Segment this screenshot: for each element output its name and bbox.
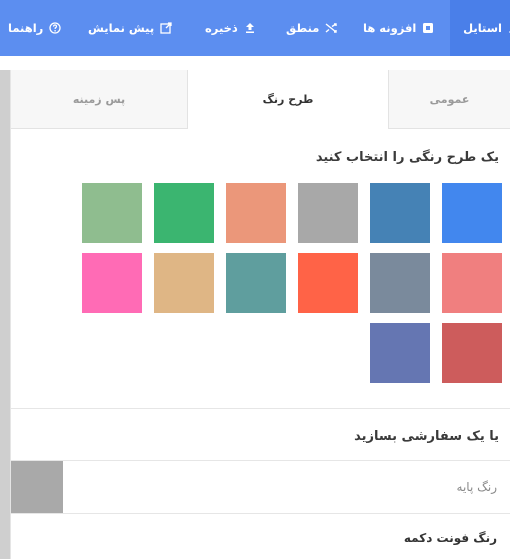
plugin-icon xyxy=(422,22,434,34)
color-swatch[interactable] xyxy=(298,183,358,243)
help-icon xyxy=(49,22,61,34)
custom-title: یا یک سفارشی بسازید xyxy=(354,429,499,444)
plugins-button[interactable]: افزونه ها xyxy=(363,0,434,56)
help-button-label: راهنما xyxy=(8,21,44,35)
logic-button[interactable]: منطق xyxy=(286,0,338,56)
tab-background-label: پس زمینه xyxy=(72,92,126,106)
logic-button-label: منطق xyxy=(286,21,320,35)
tab-background[interactable]: پس زمینه xyxy=(11,70,187,128)
divider xyxy=(11,408,510,409)
style-button[interactable]: استایل xyxy=(450,0,510,56)
divider xyxy=(11,513,510,514)
top-toolbar: استایل افزونه ها منطق ذخیره پیش نمایش را… xyxy=(0,0,510,56)
color-swatch[interactable] xyxy=(154,183,214,243)
color-swatch[interactable] xyxy=(154,253,214,313)
base-color-label: رنگ پایه xyxy=(456,480,497,494)
color-swatch[interactable] xyxy=(370,183,430,243)
tab-color-scheme[interactable]: طرح رنگ xyxy=(187,70,389,129)
plugins-button-label: افزونه ها xyxy=(363,21,417,35)
button-font-color-label: رنگ فونت دکمه xyxy=(403,531,497,545)
shuffle-icon xyxy=(325,22,338,34)
save-button-label: ذخیره xyxy=(205,21,238,35)
left-scrollbar[interactable] xyxy=(0,70,10,559)
color-swatch[interactable] xyxy=(82,253,142,313)
color-swatch[interactable] xyxy=(442,183,502,243)
external-link-icon xyxy=(160,22,172,34)
base-color-preview[interactable] xyxy=(11,461,63,513)
upload-icon xyxy=(244,22,256,34)
save-button[interactable]: ذخیره xyxy=(205,0,256,56)
color-swatch[interactable] xyxy=(442,253,502,313)
preview-button[interactable]: پیش نمایش xyxy=(88,0,172,56)
color-swatch[interactable] xyxy=(82,183,142,243)
color-swatch[interactable] xyxy=(370,253,430,313)
color-swatch[interactable] xyxy=(226,253,286,313)
color-swatch[interactable] xyxy=(370,323,430,383)
divider xyxy=(11,460,510,461)
tab-general-label: عمومی xyxy=(429,92,470,106)
tab-general[interactable]: عمومی xyxy=(388,70,510,128)
tab-color-scheme-label: طرح رنگ xyxy=(262,93,314,106)
style-button-label: استایل xyxy=(463,21,502,35)
color-swatch[interactable] xyxy=(442,323,502,383)
preview-button-label: پیش نمایش xyxy=(88,21,155,35)
help-button[interactable]: راهنما xyxy=(8,0,61,56)
style-panel: عمومی طرح رنگ پس زمینه یک طرح رنگی را ان… xyxy=(10,70,510,559)
scheme-title: یک طرح رنگی را انتخاب کنید xyxy=(315,150,499,165)
color-swatch[interactable] xyxy=(298,253,358,313)
tab-bar: عمومی طرح رنگ پس زمینه xyxy=(11,70,510,129)
color-swatch[interactable] xyxy=(226,183,286,243)
